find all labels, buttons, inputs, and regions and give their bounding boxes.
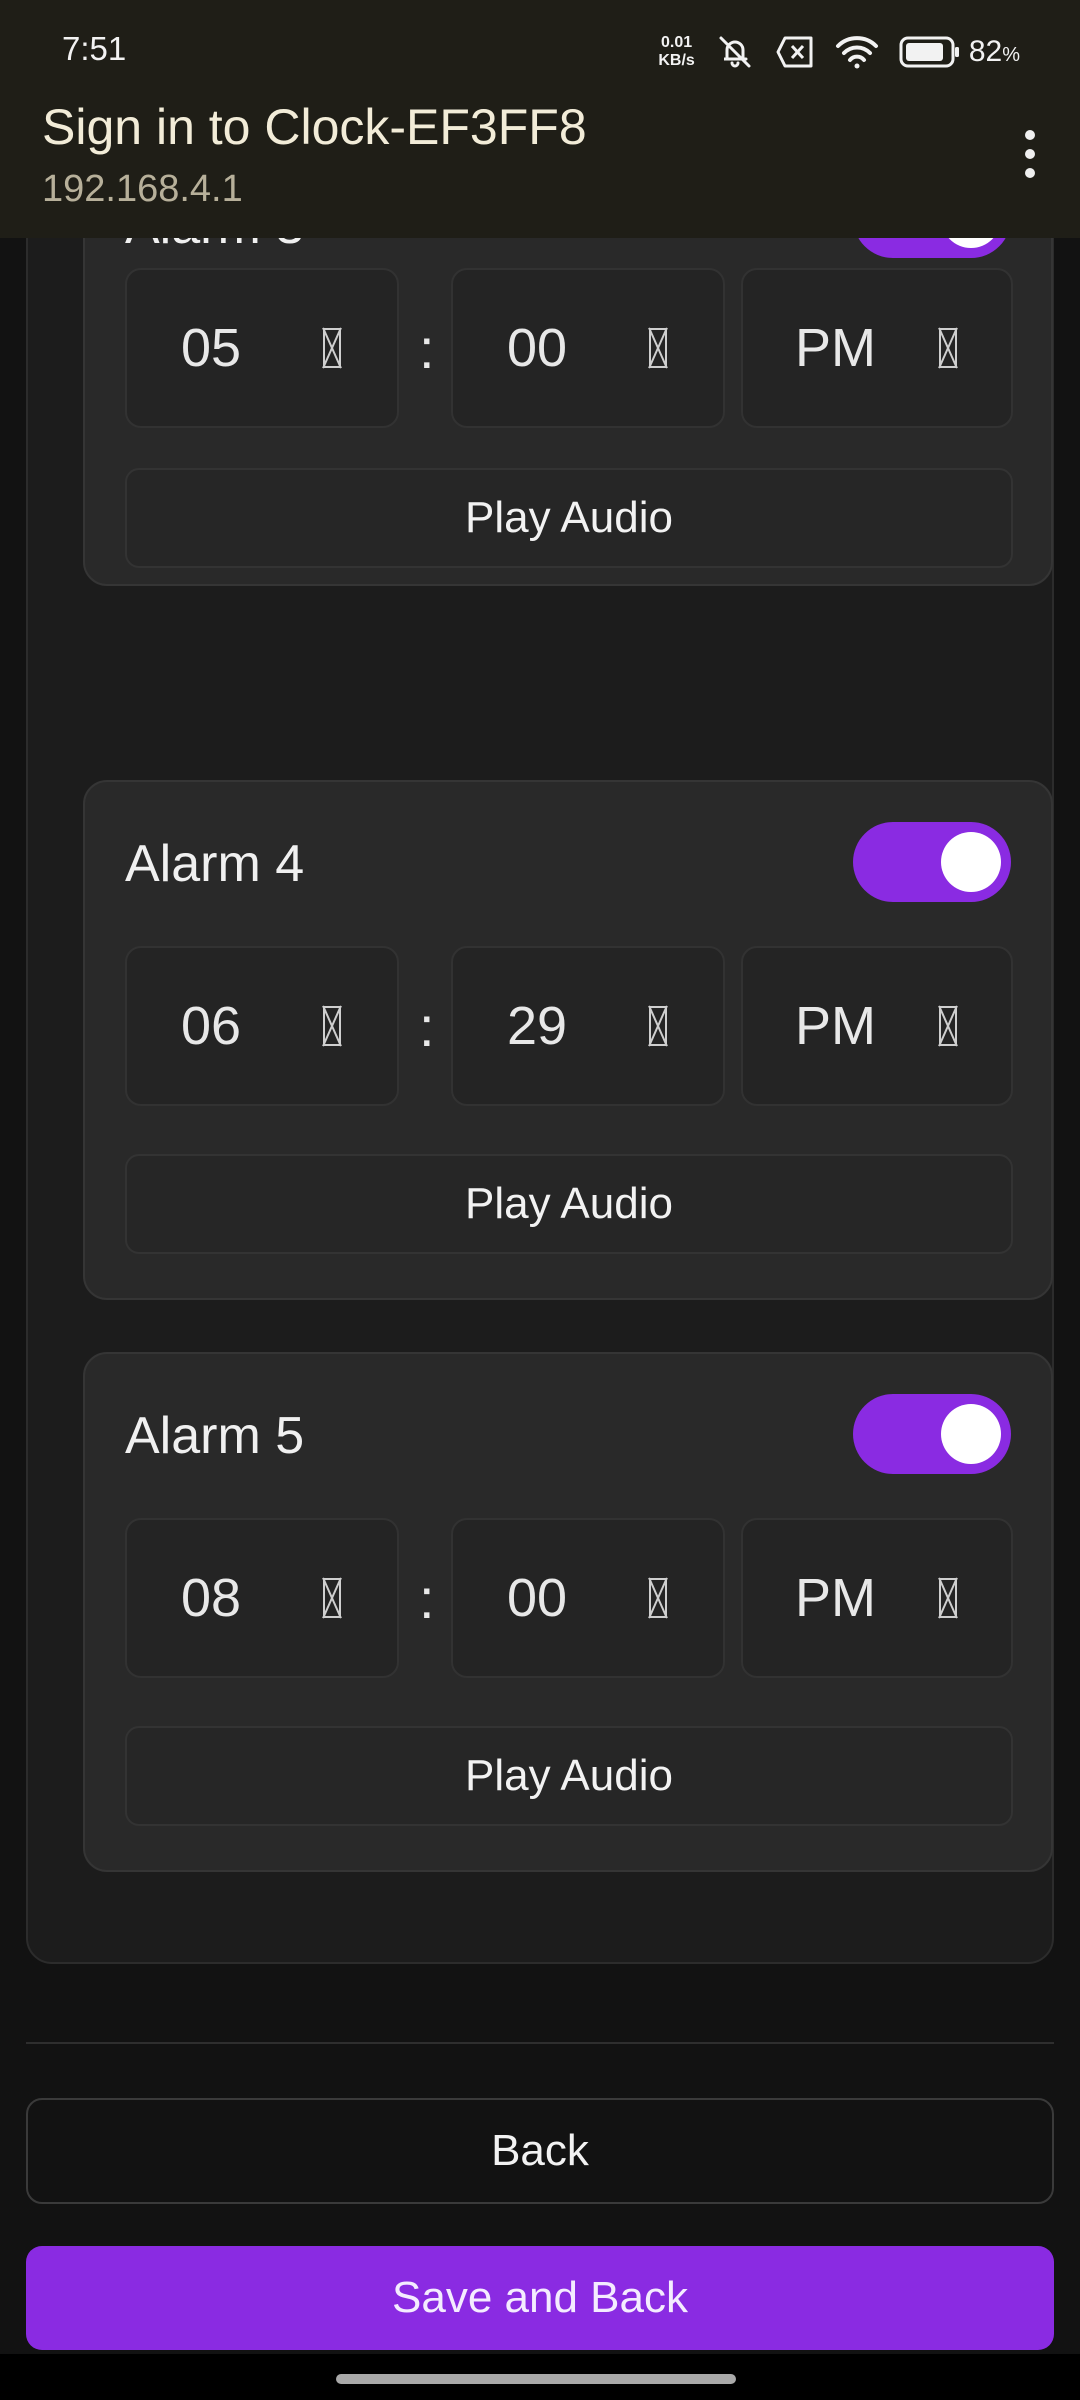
alarm-title: Alarm 5 [125, 1407, 305, 1465]
alarm-4-hour-select[interactable]: 06 [125, 946, 399, 1106]
time-separator: : [419, 317, 435, 380]
network-speed-value: 0.01 [661, 34, 693, 51]
battery: 82% [899, 35, 1020, 69]
status-time: 7:51 [62, 30, 127, 67]
dropdown-arrow-icon [649, 1578, 667, 1618]
toggle-knob [941, 832, 1001, 892]
menu-dot [1025, 168, 1035, 178]
minute-value: 29 [507, 996, 568, 1056]
network-speed-unit: KB/s [658, 52, 695, 69]
alarm-3-ampm-select[interactable]: PM [741, 268, 1013, 428]
network-speed: 0.01 KB/s [658, 34, 694, 70]
toggle-knob [941, 1404, 1001, 1464]
alarms-container: Alarm 3 05 : 00 PM Play Audio Alarm 4 06 [26, 66, 1054, 1964]
alarm-5-ampm-select[interactable]: PM [741, 1518, 1013, 1678]
ampm-value: PM [795, 1568, 876, 1628]
mute-icon [715, 32, 755, 72]
ampm-value: PM [795, 996, 876, 1056]
more-vertical-icon[interactable] [1000, 124, 1060, 184]
alarm-5-hour-select[interactable]: 08 [125, 1518, 399, 1678]
dropdown-arrow-icon [939, 1006, 957, 1046]
time-separator: : [419, 1567, 435, 1630]
alarm-5-minute-select[interactable]: 00 [451, 1518, 725, 1678]
battery-percent-sign: % [1002, 44, 1020, 66]
back-button[interactable]: Back [26, 2098, 1054, 2204]
wifi-icon [835, 34, 879, 70]
dropdown-arrow-icon [939, 1578, 957, 1618]
alarm-5-play-audio-button[interactable]: Play Audio [125, 1726, 1013, 1826]
battery-percent-value: 82 [968, 35, 1003, 68]
alarm-3-hour-select[interactable]: 05 [125, 268, 399, 428]
home-indicator[interactable] [336, 2374, 736, 2384]
dropdown-arrow-icon [323, 1006, 341, 1046]
page-subtitle: 192.168.4.1 [42, 168, 243, 210]
alarm-4-ampm-select[interactable]: PM [741, 946, 1013, 1106]
dropdown-arrow-icon [939, 328, 957, 368]
alarm-card-4: Alarm 4 06 : 29 PM Play Audio [83, 780, 1053, 1300]
menu-dot [1025, 130, 1035, 140]
page-title: Sign in to Clock-EF3FF8 [42, 99, 587, 155]
divider [26, 2042, 1054, 2044]
dropdown-arrow-icon [323, 328, 341, 368]
alarm-5-toggle[interactable] [853, 1394, 1011, 1474]
hour-value: 05 [181, 318, 242, 378]
app-header: 7:51 0.01 KB/s 82% Sign in to Clock-EF3F… [0, 0, 1080, 238]
battery-icon [899, 36, 961, 68]
minute-value: 00 [507, 318, 568, 378]
save-and-back-button[interactable]: Save and Back [26, 2246, 1054, 2350]
dropdown-arrow-icon [649, 1006, 667, 1046]
minute-value: 00 [507, 1568, 568, 1628]
dropdown-arrow-icon [323, 1578, 341, 1618]
ampm-value: PM [795, 318, 876, 378]
alarm-4-play-audio-button[interactable]: Play Audio [125, 1154, 1013, 1254]
alarm-card-5: Alarm 5 08 : 00 PM Play Audio [83, 1352, 1053, 1872]
alarm-4-minute-select[interactable]: 29 [451, 946, 725, 1106]
screen: Alarm 3 05 : 00 PM Play Audio Alarm 4 06 [0, 0, 1080, 2400]
alarm-4-toggle[interactable] [853, 822, 1011, 902]
menu-dot [1025, 149, 1035, 159]
alarm-title: Alarm 4 [125, 835, 305, 893]
alarm-3-minute-select[interactable]: 00 [451, 268, 725, 428]
status-icons: 0.01 KB/s 82% [658, 30, 1020, 74]
time-separator: : [419, 995, 435, 1058]
alarm-3-play-audio-button[interactable]: Play Audio [125, 468, 1013, 568]
no-sim-icon [775, 34, 815, 70]
battery-percent: 82% [969, 35, 1020, 69]
hour-value: 06 [181, 996, 242, 1056]
hour-value: 08 [181, 1568, 242, 1628]
dropdown-arrow-icon [649, 328, 667, 368]
